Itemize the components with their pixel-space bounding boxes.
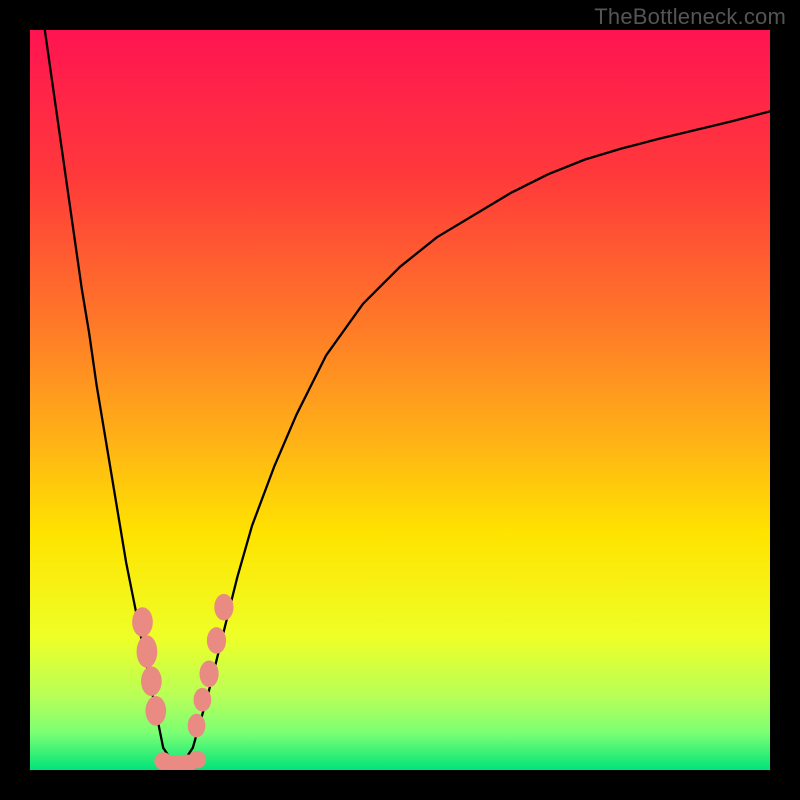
- marker-left-cluster: [132, 607, 153, 637]
- marker-right-cluster: [199, 660, 218, 687]
- plot-svg: [30, 30, 770, 770]
- marker-left-cluster: [141, 666, 162, 696]
- marker-right-cluster: [188, 714, 206, 738]
- chart-frame: TheBottleneck.com: [0, 0, 800, 800]
- marker-right-cluster: [194, 688, 212, 712]
- marker-right-cluster: [207, 627, 226, 654]
- marker-left-cluster: [137, 635, 158, 668]
- attribution-text: TheBottleneck.com: [594, 4, 786, 30]
- marker-right-cluster: [214, 594, 233, 621]
- marker-left-cluster: [145, 696, 166, 726]
- plot-area: [30, 30, 770, 770]
- marker-floor-cluster: [188, 751, 206, 769]
